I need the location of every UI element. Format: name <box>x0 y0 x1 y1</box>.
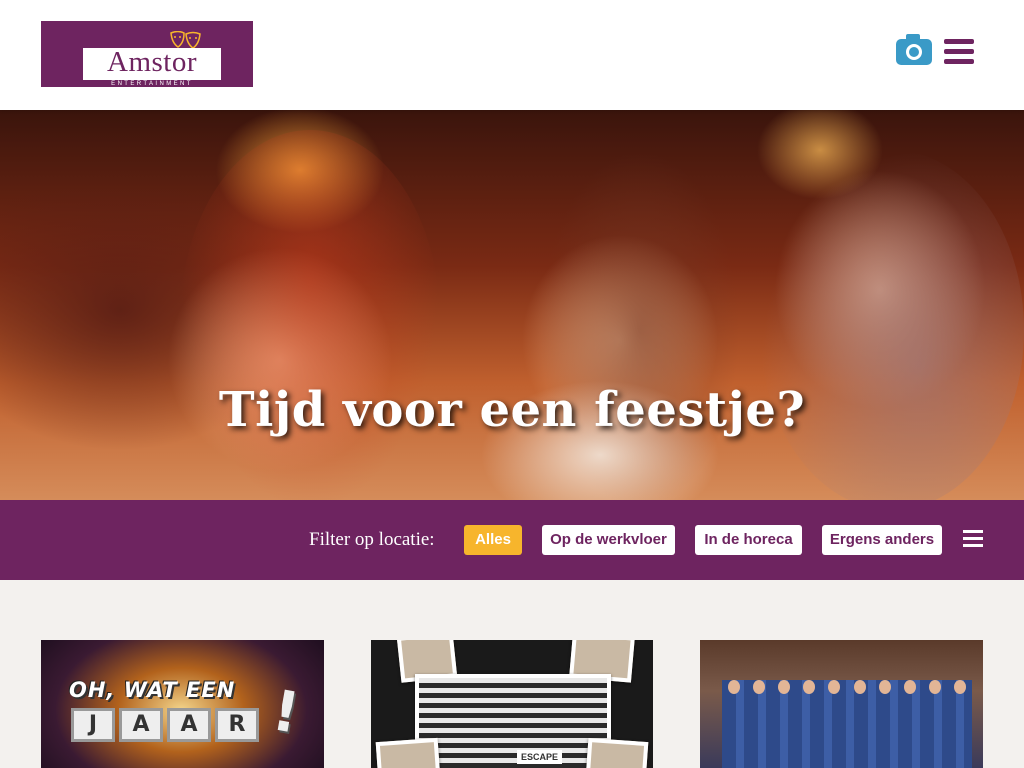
letter-tiles: J A A R <box>71 708 259 742</box>
letter-tile: R <box>215 708 259 742</box>
collage-photo <box>415 674 611 768</box>
person-head <box>828 680 841 694</box>
person-head <box>753 680 766 694</box>
menu-bar <box>963 544 983 547</box>
camera-icon[interactable] <box>896 33 932 66</box>
person-head <box>878 680 891 694</box>
menu-bar <box>963 530 983 533</box>
menu-bar <box>963 537 983 540</box>
card-title: OH, WAT EEN <box>69 678 236 702</box>
person-head <box>953 680 966 694</box>
logo-subtext: ENTERTAINMENT <box>111 81 193 87</box>
site-header: Amstor ENTERTAINMENT <box>0 0 1024 110</box>
location-filter-bar: Filter op locatie: Alles Op de werkvloer… <box>0 500 1024 580</box>
letter-tile: J <box>71 708 115 742</box>
menu-bar <box>944 59 974 64</box>
list-menu-icon[interactable] <box>963 530 983 548</box>
hamburger-menu-icon[interactable] <box>944 39 974 64</box>
party-photo-highlight <box>180 130 440 500</box>
menu-bar <box>944 49 974 54</box>
hero-banner: Tijd voor een feestje? <box>0 110 1024 500</box>
letter-tile: A <box>119 708 163 742</box>
filter-button-in-de-horeca[interactable]: In de horeca <box>695 525 802 555</box>
collage-photo <box>375 737 441 768</box>
person-head <box>853 680 866 694</box>
amstor-logo[interactable]: Amstor ENTERTAINMENT <box>41 21 253 87</box>
person-head <box>803 680 816 694</box>
party-photo-highlight <box>760 150 1024 500</box>
filter-label: Filter op locatie: <box>309 529 435 550</box>
filter-button-alles[interactable]: Alles <box>464 525 522 555</box>
people-heads <box>722 680 972 710</box>
event-card-group-photo[interactable] <box>700 640 983 768</box>
menu-bar <box>944 39 974 44</box>
person-head <box>928 680 941 694</box>
person-head <box>903 680 916 694</box>
letter-tile: A <box>167 708 211 742</box>
filter-button-op-de-werkvloer[interactable]: Op de werkvloer <box>542 525 675 555</box>
event-card-oh-wat-een-jaar[interactable]: OH, WAT EEN J A A R ! <box>41 640 324 768</box>
person-head <box>778 680 791 694</box>
logo-text: Amstor <box>107 46 197 78</box>
person-head <box>728 680 740 694</box>
event-card-escape-room[interactable]: ESCAPE <box>371 640 653 768</box>
collage-photo <box>585 737 649 768</box>
hero-title: Tijd voor een feestje? <box>218 382 806 438</box>
escape-badge: ESCAPE <box>517 750 563 764</box>
filter-button-ergens-anders[interactable]: Ergens anders <box>822 525 942 555</box>
